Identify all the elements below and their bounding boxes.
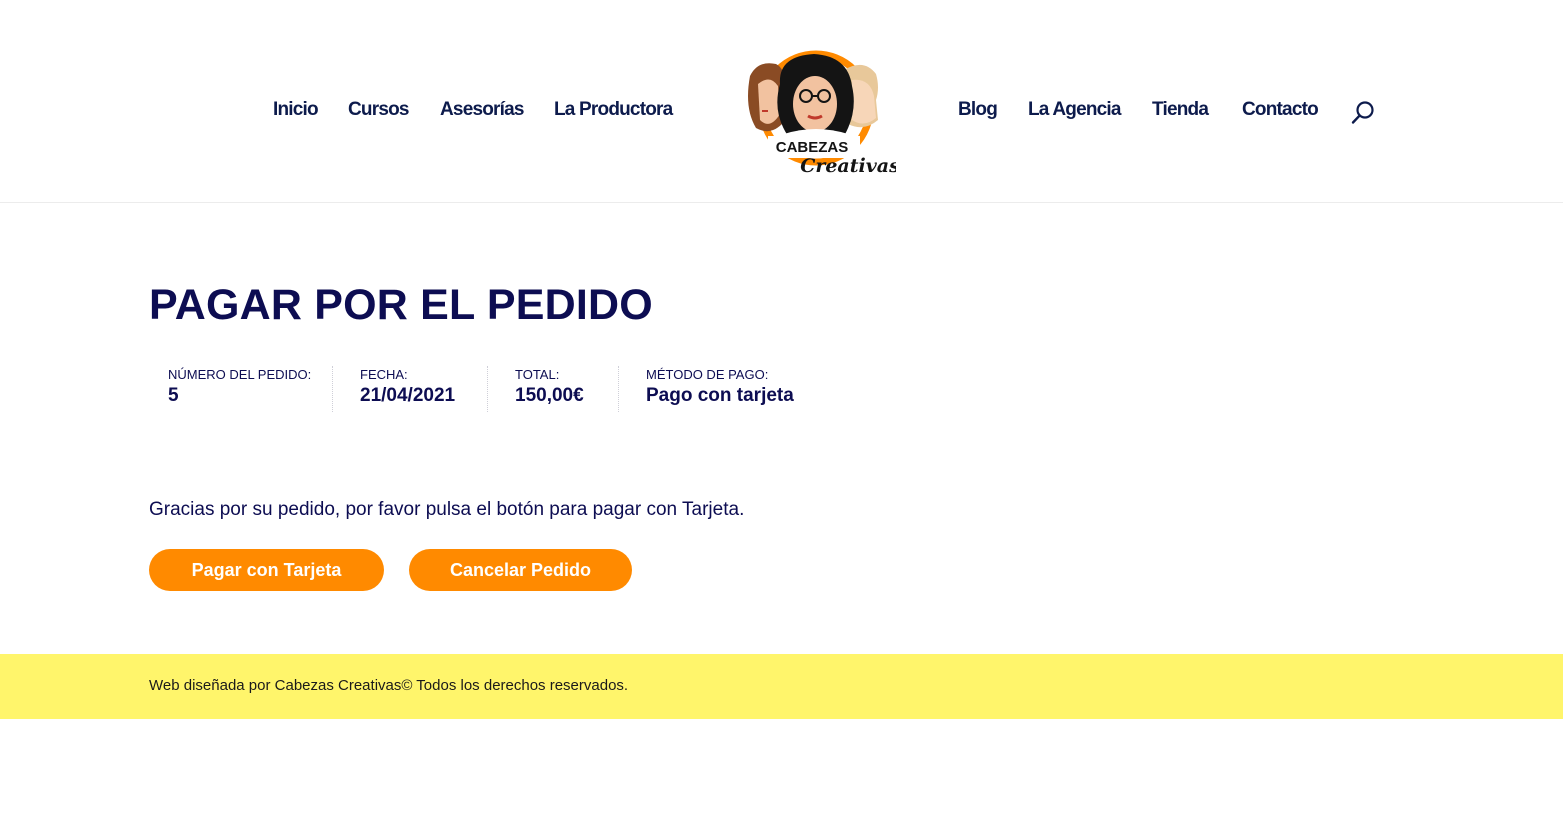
site-header: Inicio Cursos Asesorías La Productora CA…	[0, 0, 1563, 203]
nav-link-asesorias[interactable]: Asesorías	[440, 98, 524, 122]
order-total-value: 150,00€	[515, 385, 584, 406]
nav-link-blog[interactable]: Blog	[958, 98, 998, 122]
nav-link-contacto[interactable]: Contacto	[1242, 98, 1319, 122]
search-icon[interactable]	[1350, 100, 1376, 126]
logo-text-creativas: Creativas	[800, 155, 896, 177]
pay-with-card-button[interactable]: Pagar con Tarjeta	[149, 549, 384, 591]
nav-link-cursos[interactable]: Cursos	[348, 98, 409, 122]
order-date-value: 21/04/2021	[360, 385, 456, 406]
nav-link-la-productora[interactable]: La Productora	[554, 98, 673, 122]
order-payment-method: Método de pago: Pago con tarjeta	[618, 366, 794, 412]
footer-copyright: Web diseñada por Cabezas Creativas© Todo…	[149, 677, 629, 694]
nav-link-tienda[interactable]: Tienda	[1152, 98, 1209, 122]
nav-link-inicio[interactable]: Inicio	[273, 98, 319, 122]
thank-you-message: Gracias por su pedido, por favor pulsa e…	[149, 499, 745, 520]
order-number-label: Número del pedido:	[168, 367, 312, 382]
order-total: Total: 150,00€	[487, 366, 584, 412]
order-date: Fecha: 21/04/2021	[332, 366, 455, 412]
cancel-order-button[interactable]: Cancelar Pedido	[409, 549, 632, 591]
cabezas-creativas-logo[interactable]: CABEZAS Creativas	[740, 48, 896, 180]
page-title: PAGAR POR EL PEDIDO	[149, 281, 653, 329]
order-total-label: Total:	[515, 367, 560, 382]
site-footer: Web diseñada por Cabezas Creativas© Todo…	[0, 654, 1563, 719]
order-payment-method-label: Método de pago:	[646, 367, 769, 382]
order-payment-method-value: Pago con tarjeta	[646, 385, 794, 406]
nav-link-la-agencia[interactable]: La Agencia	[1028, 98, 1121, 122]
order-number-value: 5	[168, 385, 179, 406]
logo-text-cabezas: CABEZAS	[776, 139, 849, 156]
order-number: Número del pedido: 5	[168, 366, 311, 412]
order-date-label: Fecha:	[360, 367, 408, 382]
